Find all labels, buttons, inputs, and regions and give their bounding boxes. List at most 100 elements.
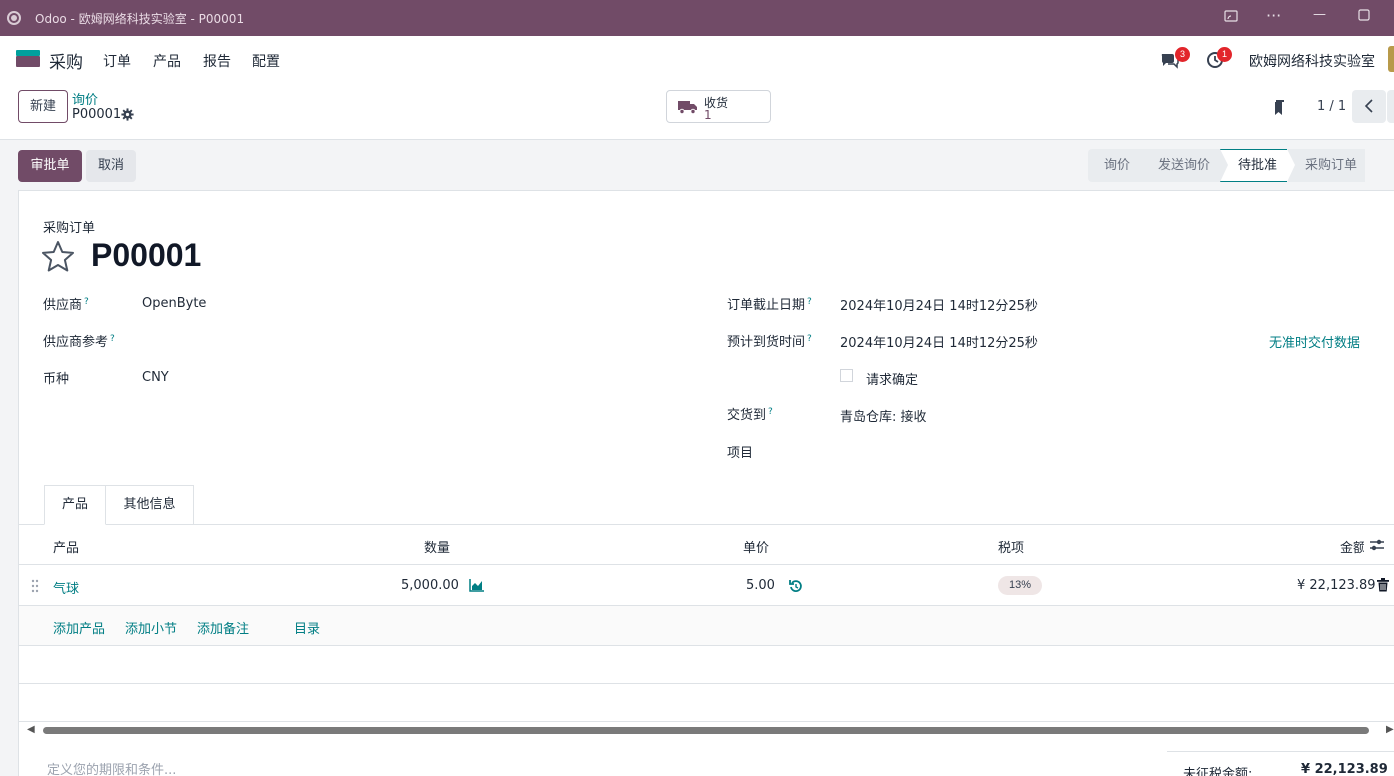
- window-title-bar: Odoo - 欧姆网络科技实验室 - P00001 ··· —: [0, 0, 1394, 36]
- line-quantity[interactable]: 5,000.00: [401, 578, 459, 593]
- field-label-text: 项目: [727, 446, 754, 461]
- menu-reporting[interactable]: 报告: [203, 51, 231, 71]
- terms-conditions-field[interactable]: 定义您的期限和条件...: [47, 759, 176, 776]
- trash-icon[interactable]: [1377, 578, 1389, 596]
- project-field[interactable]: [840, 442, 1340, 460]
- menu-products[interactable]: 产品: [153, 51, 181, 71]
- status-step-label: 采购订单: [1305, 158, 1358, 173]
- line-unit-price[interactable]: 5.00: [746, 578, 775, 593]
- gear-icon[interactable]: [121, 108, 134, 125]
- column-header-taxes[interactable]: 税项: [998, 537, 1024, 556]
- field-label-text: 币种: [43, 372, 70, 387]
- help-tooltip-icon[interactable]: ?: [84, 297, 89, 307]
- vendor-reference-label: 供应商参考?: [43, 331, 115, 350]
- ask-confirmation-label: 请求确定: [866, 373, 919, 388]
- status-step-label: 待批准: [1238, 158, 1278, 173]
- optional-columns-icon[interactable]: [1369, 538, 1385, 556]
- star-icon[interactable]: [41, 240, 75, 274]
- scroll-left-icon[interactable]: ◀: [27, 724, 35, 735]
- catalog-link[interactable]: 目录: [294, 618, 320, 637]
- activities-badge: 1: [1217, 47, 1232, 62]
- deliver-to-field[interactable]: 青岛仓库: 接收: [840, 406, 927, 425]
- order-deadline-field[interactable]: 2024年10月24日 14时12分25秒: [840, 295, 1038, 314]
- ask-confirmation-checkbox[interactable]: [840, 369, 853, 382]
- cast-icon[interactable]: [1224, 9, 1238, 27]
- status-step-rfq[interactable]: 询价: [1088, 149, 1149, 182]
- help-tooltip-icon[interactable]: ?: [807, 334, 812, 344]
- currency-field[interactable]: CNY: [142, 370, 169, 385]
- truck-icon: [678, 100, 698, 115]
- line-product[interactable]: 气球: [53, 578, 79, 597]
- company-switcher[interactable]: 欧姆网络科技实验室: [1249, 51, 1375, 71]
- reset-price-icon[interactable]: [789, 579, 803, 597]
- vendor-field[interactable]: OpenByte: [142, 296, 206, 311]
- expected-arrival-field[interactable]: 2024年10月24日 14时12分25秒: [840, 332, 1038, 351]
- menu-orders[interactable]: 订单: [103, 51, 131, 71]
- horizontal-scrollbar[interactable]: ◀ ▶: [19, 722, 1394, 738]
- on-time-delivery-link[interactable]: 无准时交付数据: [1269, 332, 1360, 351]
- table-row[interactable]: 气球 5,000.00 5.00 13% ¥ 22,123.89: [19, 566, 1394, 606]
- order-deadline-label: 订单截止日期?: [727, 294, 812, 313]
- add-product-link[interactable]: 添加产品: [53, 618, 105, 637]
- add-lines-row: 添加产品 添加小节 添加备注 目录: [19, 606, 1394, 646]
- help-tooltip-icon[interactable]: ?: [768, 407, 773, 417]
- tab-products[interactable]: 产品: [44, 485, 106, 525]
- forecast-chart-icon[interactable]: [469, 578, 485, 596]
- status-step-rfq-sent[interactable]: 发送询价: [1140, 149, 1229, 182]
- cancel-button[interactable]: 取消: [86, 150, 136, 182]
- tab-other-info[interactable]: 其他信息: [106, 485, 194, 525]
- drag-handle-icon[interactable]: [31, 579, 39, 593]
- scroll-right-icon[interactable]: ▶: [1386, 724, 1394, 735]
- field-label-text: 订单截止日期: [727, 298, 806, 313]
- scrollbar-thumb[interactable]: [43, 727, 1369, 734]
- field-label-text: 供应商参考: [43, 335, 109, 350]
- column-header-unit-price[interactable]: 单价: [743, 537, 769, 556]
- field-label-text: 供应商: [43, 298, 83, 313]
- add-note-link[interactable]: 添加备注: [197, 618, 249, 637]
- pager-next-button[interactable]: [1387, 90, 1394, 123]
- minimize-icon[interactable]: —: [1313, 7, 1326, 22]
- breadcrumb-current: P00001: [72, 107, 122, 122]
- help-tooltip-icon[interactable]: ?: [807, 297, 812, 307]
- window-title: Odoo - 欧姆网络科技实验室 - P00001: [35, 11, 245, 26]
- pager-value[interactable]: 1 / 1: [1317, 99, 1346, 114]
- untaxed-amount-label: 未征税金额:: [1183, 767, 1253, 776]
- control-panel: 新建 询价 P00001 收货 1 1 / 1: [0, 82, 1394, 140]
- totals-summary: 未征税金额: ¥ 22,123.89: [1167, 751, 1394, 776]
- vendor-label: 供应商?: [43, 294, 89, 313]
- field-label-text: 预计到货时间: [727, 335, 806, 350]
- empty-row: [19, 684, 1394, 722]
- tax-tag[interactable]: 13%: [998, 576, 1042, 595]
- purchase-app-logo[interactable]: [16, 50, 40, 67]
- column-header-quantity[interactable]: 数量: [424, 537, 450, 556]
- approve-order-button[interactable]: 审批单: [18, 150, 82, 182]
- more-options-icon[interactable]: ···: [1266, 6, 1281, 25]
- status-step-purchase-order[interactable]: 采购订单: [1287, 149, 1366, 182]
- status-step-label: 询价: [1104, 158, 1131, 173]
- maximize-icon[interactable]: [1358, 9, 1370, 25]
- app-name[interactable]: 采购: [49, 48, 83, 73]
- receipts-smart-button[interactable]: 收货 1: [666, 90, 771, 123]
- column-header-product[interactable]: 产品: [53, 537, 79, 556]
- expected-arrival-label: 预计到货时间?: [727, 331, 812, 350]
- vendor-reference-field[interactable]: [142, 333, 622, 351]
- status-step-label: 发送询价: [1158, 158, 1211, 173]
- add-section-link[interactable]: 添加小节: [125, 618, 177, 637]
- top-navbar: 采购 订单 产品 报告 配置 3 1 欧姆网络科技实验室: [0, 36, 1394, 82]
- user-avatar[interactable]: [1388, 46, 1394, 72]
- document-name: P00001: [91, 237, 202, 273]
- pager-previous-button[interactable]: [1352, 90, 1386, 123]
- untaxed-amount-value: ¥ 22,123.89: [1301, 762, 1388, 776]
- status-step-to-approve[interactable]: 待批准: [1220, 149, 1296, 182]
- receipts-count: 1: [704, 108, 712, 122]
- project-label: 项目: [727, 442, 753, 461]
- menu-configuration[interactable]: 配置: [252, 51, 280, 71]
- order-lines-header: 产品 数量 单价 税项 金额: [19, 525, 1394, 565]
- new-button[interactable]: 新建: [18, 90, 68, 123]
- line-amount: ¥ 22,123.89: [1297, 578, 1376, 593]
- column-header-amount[interactable]: 金额: [1340, 537, 1364, 556]
- breadcrumb-parent[interactable]: 询价: [72, 89, 98, 108]
- notebook-tabs: 产品 其他信息: [19, 485, 1394, 525]
- help-tooltip-icon[interactable]: ?: [110, 334, 115, 344]
- bookmark-icon[interactable]: [1273, 100, 1285, 116]
